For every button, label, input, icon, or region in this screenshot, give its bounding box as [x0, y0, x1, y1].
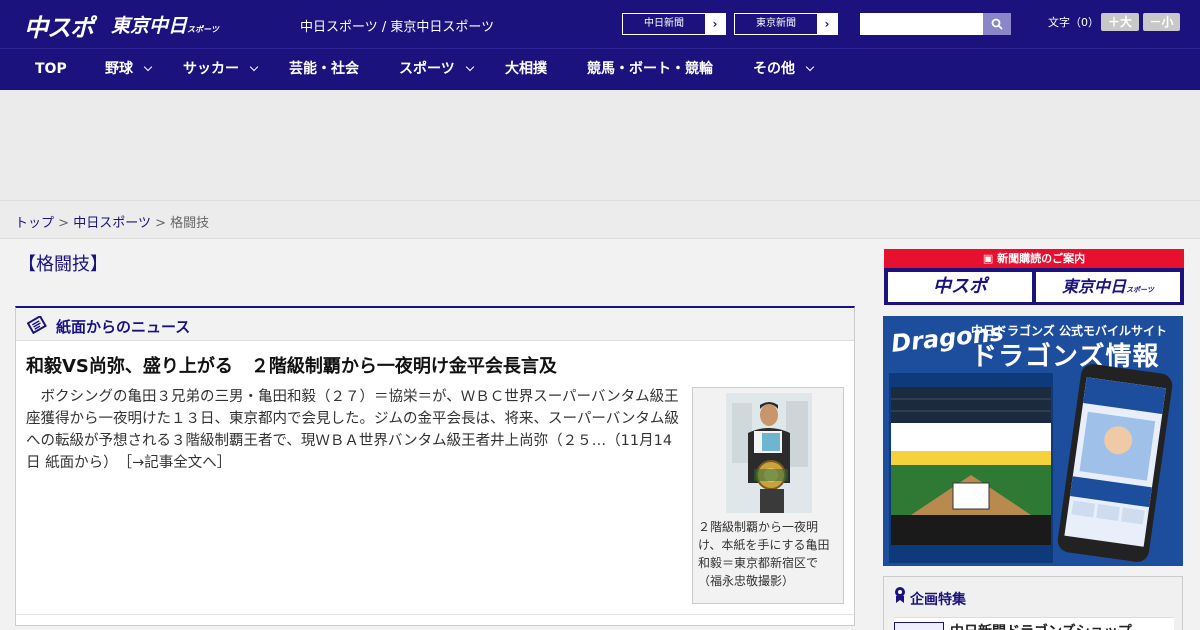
news-section-header: 紙面からのニュース — [16, 308, 854, 341]
breadcrumb-bar: トップ > 中日スポーツ > 格闘技 — [0, 200, 1200, 239]
chunichi-shimbun-link[interactable]: 中日新聞 › — [622, 13, 726, 35]
top-bar: 中スポ 東京中日スポーツ 中日スポーツ / 東京中日スポーツ 中日新聞 › 東京… — [0, 0, 1200, 48]
scoreboard-illustration — [889, 373, 1053, 563]
dragons-shop-thumbnail — [894, 622, 944, 630]
read-more-link[interactable]: ［→記事全文へ］ — [125, 455, 231, 471]
tokyo-chunichi-logo-small: スポーツ — [187, 25, 219, 34]
page-title: 【格闘技】 — [18, 254, 108, 275]
boxer-photo-illustration — [726, 393, 812, 513]
article-photo-box: ２階級制覇から一夜明け、本紙を手にする亀田和毅＝東京都新宿区で（福永忠敬撮影） — [692, 387, 844, 604]
nav-item-racing[interactable]: 競馬・ボート・競輪 — [587, 49, 713, 90]
breadcrumb-separator: > — [58, 216, 70, 231]
feature-item-dragons-shop[interactable]: 中日新聞ドラゴンズショップ — [894, 617, 1174, 630]
nav-label: 競馬・ボート・競輪 — [587, 61, 713, 77]
font-smaller-button[interactable]: －小 — [1143, 13, 1180, 31]
nav-item-sports[interactable]: スポーツ — [399, 49, 474, 90]
breadcrumb-separator: > — [155, 216, 166, 231]
breadcrumb: トップ > 中日スポーツ > 格闘技 — [15, 212, 209, 231]
nav-label: スポーツ — [399, 61, 455, 77]
photo-caption: ２階級制覇から一夜明け、本紙を手にする亀田和毅＝東京都新宿区で（福永忠敬撮影） — [698, 520, 830, 588]
subscription-banner[interactable]: ▣ 新聞購読のご案内 中スポ 東京中日スポーツ — [884, 249, 1184, 305]
article-summary: ボクシングの亀田３兄弟の三男・亀田和毅（２７）＝協栄＝が、ＷＢＣ世界スーパーバン… — [26, 386, 686, 474]
subscribe-chuspo-tile[interactable]: 中スポ — [888, 272, 1032, 302]
nav-label: TOP — [35, 61, 67, 77]
nav-item-other[interactable]: その他 — [753, 49, 815, 90]
chevron-right-icon: › — [817, 14, 837, 34]
chevron-down-icon — [465, 62, 474, 72]
news-panel-divider — [16, 614, 854, 615]
nav-label: 大相撲 — [505, 61, 547, 77]
nav-item-baseball[interactable]: 野球 — [105, 49, 153, 90]
font-size-label: 文字（0） — [1048, 16, 1099, 29]
feature-heading: 企画特集 — [910, 592, 966, 608]
nav-label: サッカー — [183, 61, 239, 77]
subscribe-tokyo-tile[interactable]: 東京中日スポーツ — [1036, 272, 1180, 302]
tokyo-shimbun-label: 東京新聞 — [756, 18, 796, 29]
chevron-down-icon — [805, 62, 815, 72]
nav-item-entertainment[interactable]: 芸能・社会 — [289, 49, 359, 90]
phone-screen — [1064, 377, 1166, 547]
nav-label: 野球 — [105, 61, 133, 77]
ad-banner-area — [0, 90, 1200, 200]
breadcrumb-chunichi-sports[interactable]: 中日スポーツ — [73, 216, 151, 231]
nav-item-top[interactable]: TOP — [35, 49, 67, 90]
newspaper-icon: ▣ — [982, 252, 998, 265]
site-name: 中日スポーツ / 東京中日スポーツ — [300, 20, 495, 35]
nav-item-soccer[interactable]: サッカー — [183, 49, 259, 90]
article-photo[interactable] — [726, 393, 812, 513]
font-larger-button[interactable]: ＋大 — [1101, 13, 1139, 31]
newspaper-icon — [27, 316, 47, 334]
search-button[interactable] — [983, 13, 1011, 35]
subscribe-tokyo-small: スポーツ — [1126, 286, 1154, 294]
main-nav: TOP 野球 サッカー 芸能・社会 スポーツ 大相撲 競馬・ボート・競輪 その他 — [0, 48, 1200, 90]
chunichi-shimbun-label: 中日新聞 — [644, 18, 684, 29]
subscription-title: ▣ 新聞購読のご案内 — [884, 249, 1184, 268]
breadcrumb-current: 格闘技 — [170, 216, 210, 231]
news-section-label: 紙面からのニュース — [56, 318, 191, 336]
phone-illustration — [1056, 362, 1174, 564]
news-panel: 紙面からのニュース 和毅VS尚弥、盛り上がる ２階級制覇から一夜明け金平会長言及… — [15, 306, 855, 626]
subscription-title-text: 新聞購読のご案内 — [997, 252, 1086, 265]
nav-item-sumo[interactable]: 大相撲 — [505, 49, 547, 90]
tokyo-chunichi-logo-text: 東京中日 — [111, 15, 188, 37]
search-input[interactable] — [860, 13, 983, 35]
article-headline[interactable]: 和毅VS尚弥、盛り上がる ２階級制覇から一夜明け金平会長言及 — [26, 352, 557, 378]
dragons-title: ドラゴンズ情報 — [971, 342, 1160, 372]
chevron-right-icon: › — [705, 14, 725, 34]
search-icon — [991, 18, 1003, 30]
breadcrumb-top[interactable]: トップ — [15, 216, 54, 231]
nav-label: 芸能・社会 — [289, 61, 359, 77]
nav-label: その他 — [753, 61, 795, 77]
phone-screen-graphic — [1069, 377, 1166, 525]
ribbon-icon — [895, 587, 905, 603]
tokyo-shimbun-link[interactable]: 東京新聞 › — [734, 13, 838, 35]
dragons-info-banner[interactable]: Dragons 中日ドラゴンズ 公式モバイルサイト ドラゴンズ情報 — [883, 316, 1183, 566]
chevron-down-icon — [143, 62, 153, 72]
feature-panel: 企画特集 中日新聞ドラゴンズショップ — [883, 576, 1183, 630]
chuspo-logo[interactable]: 中スポ — [24, 8, 94, 43]
chevron-down-icon — [249, 62, 259, 72]
feature-item-label: 中日新聞ドラゴンズショップ — [950, 621, 1132, 630]
tokyo-chunichi-logo[interactable]: 東京中日スポーツ — [111, 11, 219, 38]
scoreboard-graphic — [891, 375, 1051, 561]
subscribe-tokyo-label: 東京中日 — [1062, 277, 1127, 296]
